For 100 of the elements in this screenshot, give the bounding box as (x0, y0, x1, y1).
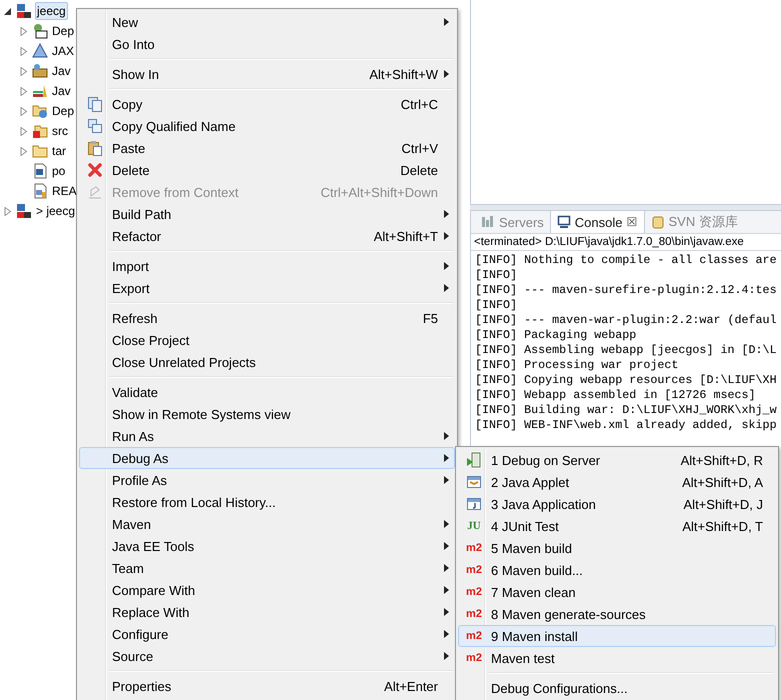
submenu-arrow-icon (444, 476, 448, 484)
collapsed-arrow-icon[interactable] (20, 146, 28, 156)
collapsed-arrow-icon[interactable] (20, 126, 28, 136)
menu-item[interactable]: Debug As (79, 447, 455, 469)
menu-item[interactable]: Close Unrelated Projects (79, 351, 455, 373)
applet-icon (466, 474, 482, 490)
collapsed-arrow-icon[interactable] (20, 106, 28, 116)
menu-item[interactable]: m2 9 Maven install (458, 625, 776, 647)
menu-item[interactable]: Debug Configurations... (458, 677, 776, 699)
junit-icon: JU (467, 520, 481, 532)
menu-item[interactable]: Validate (79, 381, 455, 403)
menu-item[interactable]: JU 4 JUnit Test Alt+Shift+D, T (458, 515, 776, 537)
file-icon (32, 183, 48, 199)
submenu-arrow-icon (444, 70, 448, 78)
menu-item[interactable]: Close Project (79, 329, 455, 351)
menu-item[interactable]: m2 5 Maven build (458, 537, 776, 559)
view-tab[interactable]: Console ☒ (550, 211, 644, 233)
maven-icon: m2 (466, 564, 482, 576)
submenu-arrow-icon (444, 586, 448, 594)
console-line: [INFO] WEB-INF\web.xml already added, skipp (475, 418, 777, 433)
menu-item[interactable]: m2 6 Maven build... (458, 559, 776, 581)
menu-item[interactable]: Export (79, 277, 455, 299)
menu-item[interactable]: Compare With (79, 579, 455, 601)
tree-item[interactable]: JAX (51, 43, 76, 59)
console-line: [INFO] Webapp assembled in [12726 msecs] (475, 388, 757, 403)
tree-item[interactable]: Dep (51, 103, 76, 119)
menu-item[interactable]: Refresh F5 (79, 307, 455, 329)
maven-icon: m2 (466, 586, 482, 598)
menu-item[interactable]: Show In Alt+Shift+W (79, 63, 455, 85)
window-icon (466, 496, 482, 512)
tree-item[interactable]: tar (51, 143, 68, 159)
menu-item[interactable]: Profile As (79, 469, 455, 491)
paste-icon (87, 140, 103, 156)
menu-item[interactable]: Run As (79, 425, 455, 447)
close-icon[interactable]: ☒ (626, 215, 638, 229)
submenu-arrow-icon (444, 454, 448, 462)
menu-item[interactable]: Team (79, 557, 455, 579)
console-line: [INFO] Processing war project (475, 358, 680, 373)
tree-item[interactable]: Jav (51, 83, 72, 99)
expanded-arrow-icon[interactable] (4, 6, 12, 16)
menu-item[interactable]: 3 Java Application Alt+Shift+D, J (458, 493, 776, 515)
menu-item[interactable]: New (79, 11, 455, 33)
menu-item[interactable]: Build Path (79, 203, 455, 225)
copy-icon (87, 118, 103, 134)
menu-item[interactable]: Show in Remote Systems view (79, 403, 455, 425)
submenu-arrow-icon (444, 520, 448, 528)
console-line: [INFO] --- maven-war-plugin:2.2:war (defaul (475, 313, 777, 328)
menu-item[interactable]: m2 8 Maven generate-sources (458, 603, 776, 625)
menu-item[interactable]: 2 Java Applet Alt+Shift+D, A (458, 471, 776, 493)
project-name[interactable]: jeecg (35, 2, 68, 20)
menu-item[interactable]: Properties Alt+Enter (79, 675, 455, 697)
menu-item[interactable]: Go Into (79, 33, 455, 55)
project-icon (16, 203, 32, 219)
menu-item[interactable]: Replace With (79, 601, 455, 623)
menu-item[interactable]: Source (79, 645, 455, 667)
console-line: [INFO] Nothing to compile - all classes are (475, 253, 777, 268)
tree-item[interactable]: Dep (51, 23, 76, 39)
console-line: [INFO] Packaging webapp (475, 328, 638, 343)
console-line: [INFO] (475, 298, 518, 313)
tree-item[interactable]: po (51, 163, 66, 179)
menu-item[interactable]: m2 Maven test (458, 647, 776, 669)
submenu-arrow-icon (444, 284, 448, 292)
menu-item[interactable]: 1 Debug on Server Alt+Shift+D, R (458, 449, 776, 471)
menu-item[interactable]: Refactor Alt+Shift+T (79, 225, 455, 247)
delete-icon (87, 162, 103, 178)
menu-item[interactable]: Delete Delete (79, 159, 455, 181)
menu-item[interactable]: Restore from Local History... (79, 491, 455, 513)
submenu-arrow-icon (444, 262, 448, 270)
file-icon (32, 163, 48, 179)
menu-item[interactable]: Import (79, 255, 455, 277)
menu-item[interactable]: Copy Qualified Name (79, 115, 455, 137)
console-line: [INFO] --- maven-surefire-plugin:2.12.4:tes (475, 283, 777, 298)
console-line: [INFO] Assembling webapp [jeecgos] in [D:\L (475, 343, 777, 358)
submenu-arrow-icon (444, 564, 448, 572)
console-line: [INFO] (475, 268, 518, 283)
project-icon (16, 3, 32, 19)
project-name[interactable]: > jeecg (35, 203, 76, 219)
tab-label: Console (574, 214, 622, 230)
console-icon (556, 215, 571, 229)
collapsed-arrow-icon[interactable] (20, 46, 28, 56)
menu-item[interactable]: m2 7 Maven clean (458, 581, 776, 603)
submenu-arrow-icon (444, 432, 448, 440)
submenu-arrow-icon (444, 210, 448, 218)
menu-item[interactable]: Paste Ctrl+V (79, 137, 455, 159)
tree-item[interactable]: REA (51, 183, 78, 199)
maven-icon: m2 (466, 630, 482, 642)
database-icon (650, 215, 664, 229)
menu-item[interactable]: Copy Ctrl+C (79, 93, 455, 115)
collapsed-arrow-icon[interactable] (20, 66, 28, 76)
menu-item[interactable]: Java EE Tools (79, 535, 455, 557)
tree-item[interactable]: Jav (51, 63, 72, 79)
collapsed-arrow-icon[interactable] (20, 86, 28, 96)
tree-item[interactable]: src (51, 123, 69, 139)
maven-icon: m2 (466, 652, 482, 664)
collapsed-arrow-icon[interactable] (20, 26, 28, 36)
menu-item[interactable]: Maven (79, 513, 455, 535)
collapsed-arrow-icon[interactable] (4, 206, 12, 216)
menu-item[interactable]: Configure (79, 623, 455, 645)
maven-icon: m2 (466, 542, 482, 554)
copy-icon (87, 96, 103, 112)
